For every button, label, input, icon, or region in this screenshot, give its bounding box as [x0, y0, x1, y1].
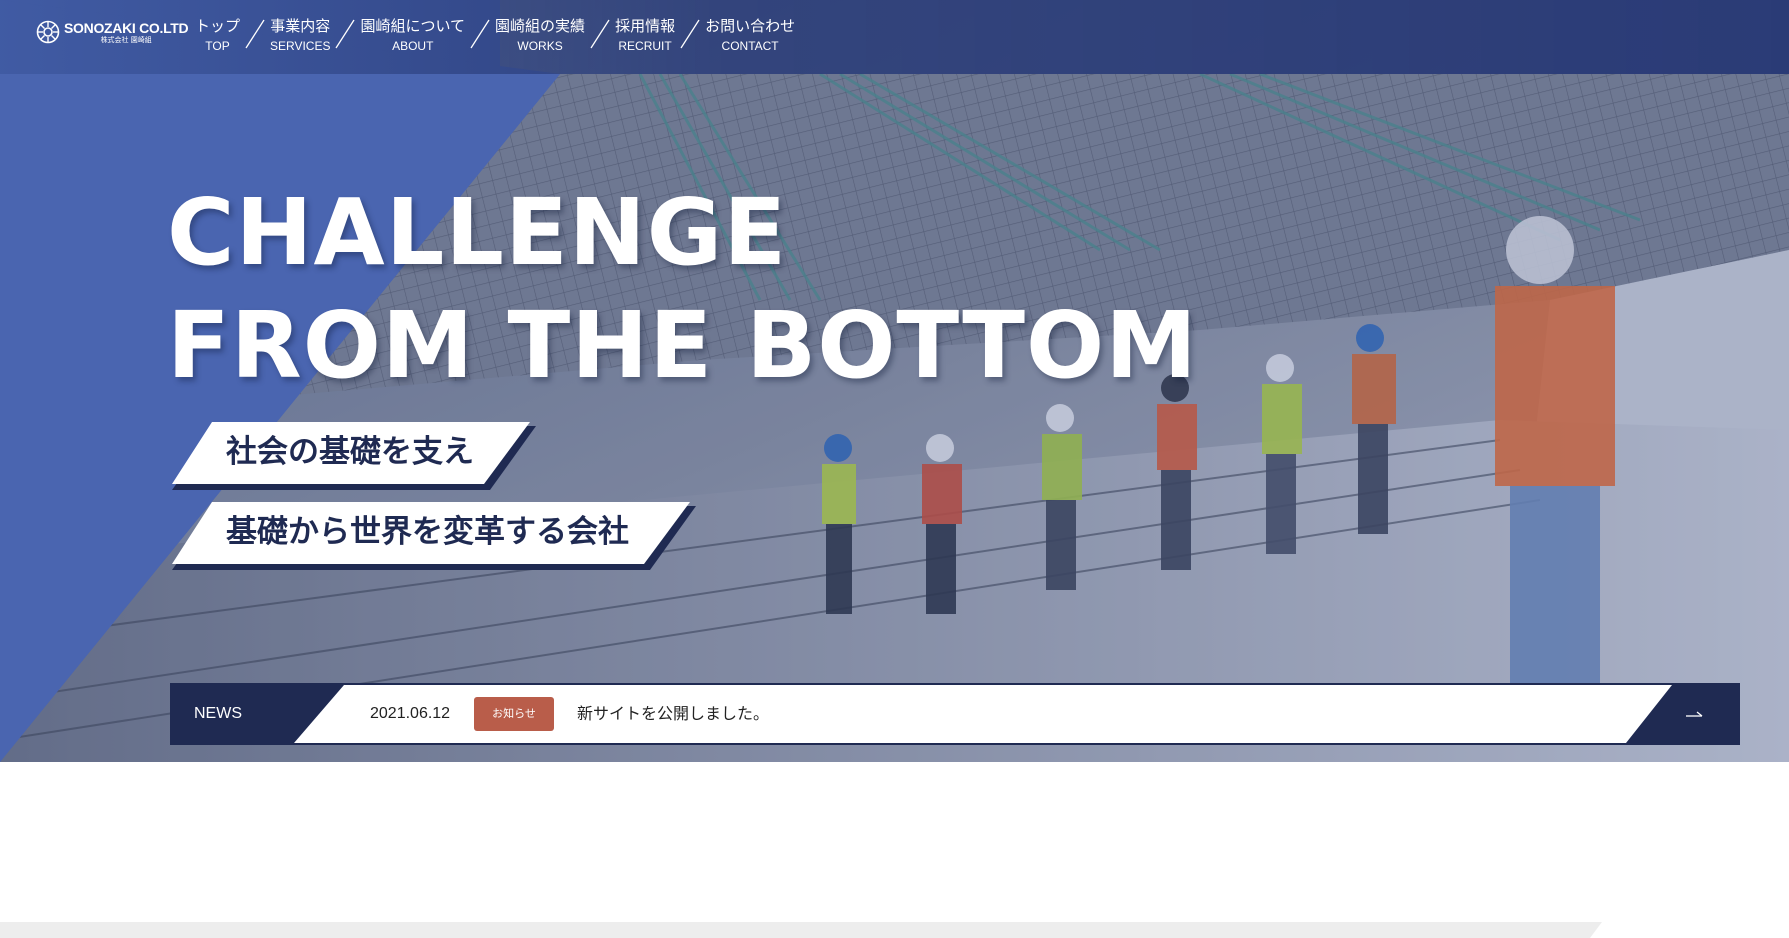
news-bar[interactable]: NEWS 2021.06.12 お知らせ 新サイトを公開しました。	[170, 683, 1740, 745]
nav-item-works[interactable]: 園崎組の実績 WORKS	[495, 16, 585, 53]
nav-divider	[590, 19, 610, 49]
nav-label-jp: お問い合わせ	[705, 17, 796, 35]
tagline-1: 社会の基礎を支え	[172, 422, 540, 490]
news-category-badge: お知らせ	[474, 697, 554, 731]
nav-divider	[335, 19, 356, 49]
nav-label-jp: 園崎組について	[360, 17, 466, 35]
nav-label-en: CONTACT	[721, 39, 779, 53]
nav-label-jp: 事業内容	[270, 17, 331, 35]
nav-divider	[245, 19, 265, 49]
news-more-button[interactable]	[1670, 683, 1740, 745]
nav-label-en: ABOUT	[392, 39, 434, 53]
nav-item-contact[interactable]: お問い合わせ CONTACT	[705, 16, 795, 53]
tagline-2: 基礎から世界を変革する会社	[172, 502, 700, 570]
logo-emblem-icon	[36, 20, 60, 44]
brand-name: SONOZAKI CO.LTD	[64, 19, 189, 36]
site-header: SONOZAKI CO.LTD 株式会社 園崎組 トップ TOP 事業内容 SE…	[0, 0, 1789, 74]
brand-subtitle: 株式会社 園崎組	[100, 35, 152, 44]
hero-headline: CHALLENGE FROM THE BOTTOM	[167, 176, 1198, 402]
news-date: 2021.06.12	[370, 705, 451, 722]
news-title-link[interactable]: 新サイトを公開しました。	[577, 683, 769, 745]
logo[interactable]: SONOZAKI CO.LTD 株式会社 園崎組	[36, 19, 189, 44]
nav-label-jp: トップ	[195, 17, 241, 35]
nav-item-top[interactable]: トップ TOP	[195, 16, 240, 53]
nav-item-services[interactable]: 事業内容 SERVICES	[270, 16, 330, 53]
section-divider-strip	[0, 922, 1602, 938]
tagline-2-text: 基礎から世界を変革する会社	[226, 514, 629, 550]
nav-divider	[470, 19, 490, 49]
headline-line-1: CHALLENGE	[167, 179, 788, 286]
nav-label-jp: 採用情報	[615, 17, 676, 35]
arrow-right-icon	[1686, 711, 1703, 717]
headline-line-2: FROM THE BOTTOM	[167, 292, 1198, 399]
nav-label-en: SERVICES	[270, 39, 331, 53]
tagline-1-text: 社会の基礎を支え	[226, 434, 474, 470]
nav-label-jp: 園崎組の実績	[495, 17, 586, 35]
nav-label-en: RECRUIT	[618, 39, 672, 53]
nav-item-recruit[interactable]: 採用情報 RECRUIT	[615, 16, 675, 53]
nav-label-en: TOP	[205, 39, 230, 53]
nav-divider	[680, 19, 700, 49]
nav-item-about[interactable]: 園崎組について ABOUT	[360, 16, 465, 53]
news-label: NEWS	[194, 705, 242, 722]
global-nav: トップ TOP 事業内容 SERVICES 園崎組について ABOUT 園崎組の…	[195, 16, 795, 53]
hero-section: SONOZAKI CO.LTD 株式会社 園崎組 トップ TOP 事業内容 SE…	[0, 0, 1789, 762]
nav-label-en: WORKS	[517, 39, 563, 53]
